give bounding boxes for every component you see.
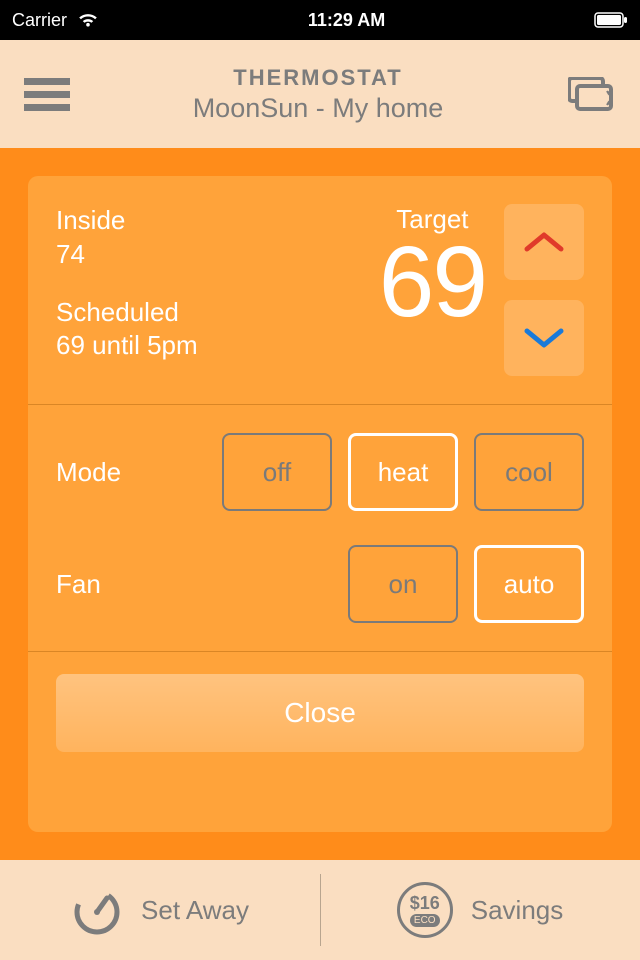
- wifi-icon: [77, 12, 99, 28]
- fan-options: on auto: [348, 545, 584, 623]
- savings-button[interactable]: $16 ECO Savings: [320, 882, 640, 938]
- page-subtitle: MoonSun - My home: [70, 93, 566, 124]
- status-time: 11:29 AM: [308, 10, 385, 31]
- target-stepper: [504, 204, 584, 376]
- fan-option-auto[interactable]: auto: [474, 545, 584, 623]
- status-bar: Carrier 11:29 AM: [0, 0, 640, 40]
- menu-icon[interactable]: [24, 72, 70, 117]
- savings-label: Savings: [471, 895, 564, 926]
- mode-row: Mode off heat cool: [56, 433, 584, 511]
- bottom-bar: Set Away $16 ECO Savings: [0, 860, 640, 960]
- close-section: Close: [56, 652, 584, 780]
- inside-label: Inside: [56, 204, 379, 238]
- battery-icon: [594, 12, 628, 28]
- mode-option-off[interactable]: off: [222, 433, 332, 511]
- eco-badge: ECO: [410, 914, 440, 927]
- increase-temp-button[interactable]: [504, 204, 584, 280]
- fan-row: Fan on auto: [56, 545, 584, 623]
- windows-icon[interactable]: [566, 77, 616, 111]
- controls-section: Mode off heat cool Fan on auto: [56, 405, 584, 651]
- close-button[interactable]: Close: [56, 674, 584, 752]
- mode-options: off heat cool: [222, 433, 584, 511]
- eco-icon: $16 ECO: [397, 882, 453, 938]
- target-value: 69: [379, 235, 486, 330]
- temp-readings: Inside 74 Scheduled 69 until 5pm: [56, 204, 379, 376]
- set-away-label: Set Away: [141, 895, 249, 926]
- page-title: THERMOSTAT: [70, 65, 566, 91]
- status-left: Carrier: [12, 10, 99, 31]
- app-header: THERMOSTAT MoonSun - My home: [0, 40, 640, 148]
- inside-value: 74: [56, 238, 379, 272]
- thermostat-card: Inside 74 Scheduled 69 until 5pm Target …: [28, 176, 612, 832]
- mode-option-cool[interactable]: cool: [474, 433, 584, 511]
- fan-label: Fan: [56, 569, 348, 600]
- header-center: THERMOSTAT MoonSun - My home: [70, 65, 566, 124]
- target-group: Target 69: [379, 204, 584, 376]
- scheduled-label: Scheduled: [56, 296, 379, 330]
- status-right: [594, 12, 628, 28]
- carrier-label: Carrier: [12, 10, 67, 31]
- main-panel: Inside 74 Scheduled 69 until 5pm Target …: [0, 148, 640, 860]
- scheduled-value: 69 until 5pm: [56, 329, 379, 363]
- fan-option-on[interactable]: on: [348, 545, 458, 623]
- savings-amount: $16: [410, 894, 440, 912]
- mode-label: Mode: [56, 457, 222, 488]
- decrease-temp-button[interactable]: [504, 300, 584, 376]
- set-away-button[interactable]: Set Away: [0, 884, 320, 936]
- timer-icon: [71, 884, 123, 936]
- mode-option-heat[interactable]: heat: [348, 433, 458, 511]
- temperature-section: Inside 74 Scheduled 69 until 5pm Target …: [56, 176, 584, 404]
